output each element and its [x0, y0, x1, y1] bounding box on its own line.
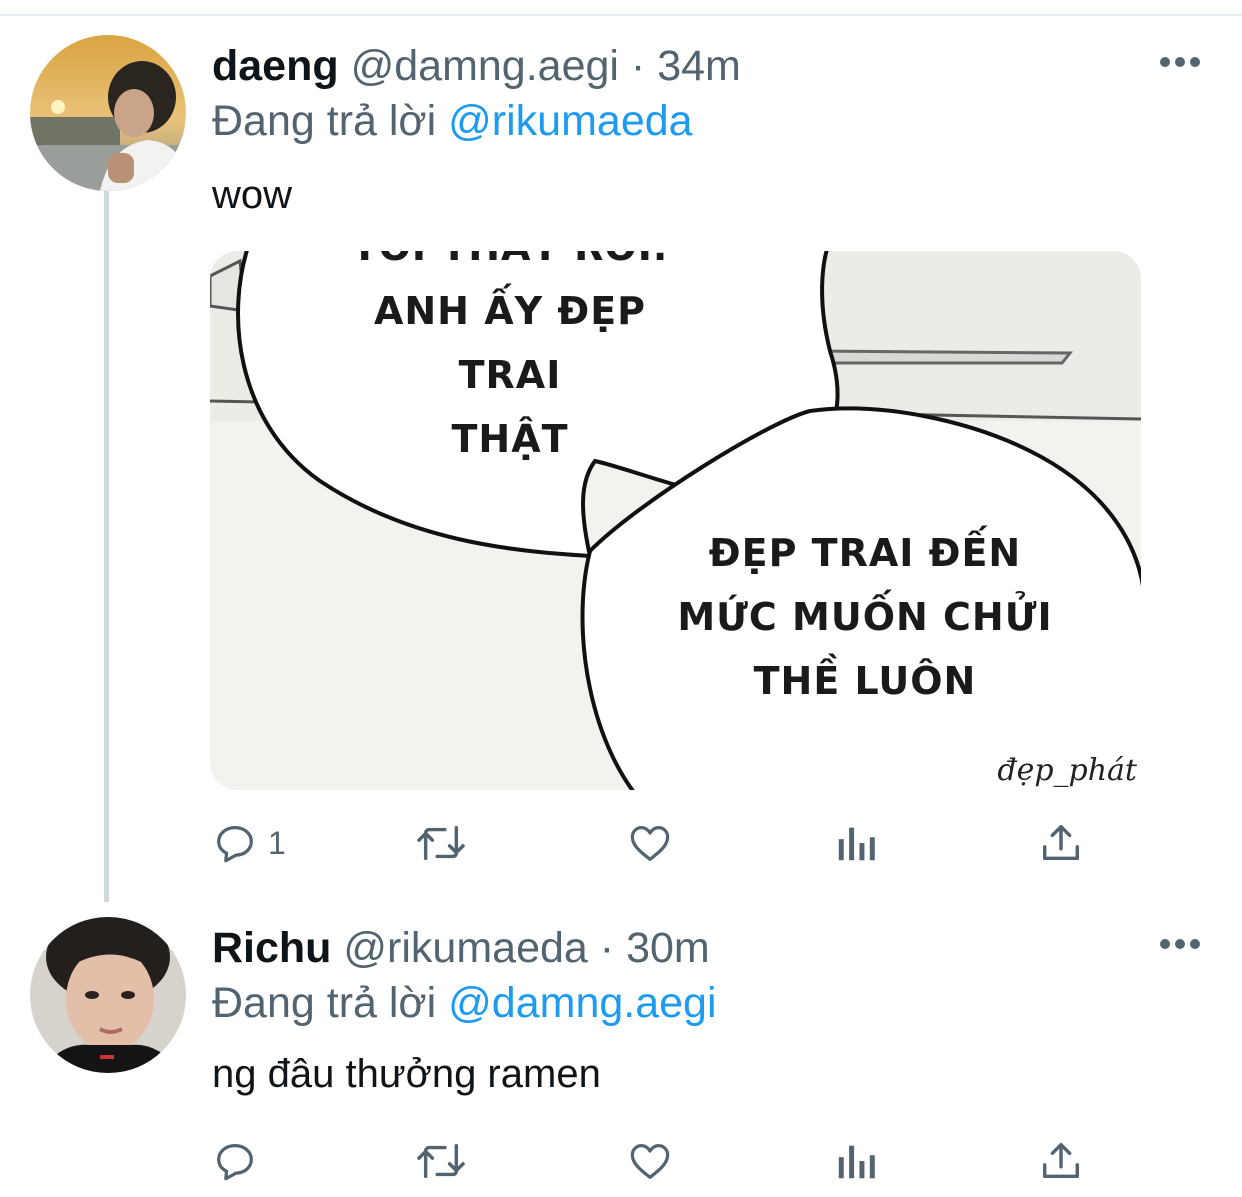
analytics-icon: [838, 1145, 875, 1179]
avatar-daeng[interactable]: [30, 35, 186, 191]
tweet-header: daeng @damng.aegi · 34m: [212, 45, 741, 88]
reply-button[interactable]: 1: [212, 818, 286, 868]
reply-icon: [217, 1144, 253, 1181]
share-icon: [1042, 824, 1080, 861]
more-icon[interactable]: [1160, 939, 1200, 951]
retweet-button[interactable]: [414, 1136, 468, 1186]
display-name[interactable]: Richu: [212, 924, 331, 972]
avatar-richu[interactable]: [30, 917, 186, 1073]
bubble-text-line: THẬT: [451, 417, 569, 461]
bubble-text-line: MỨC MUỐN CHỬI: [677, 595, 1053, 639]
reply-icon: [217, 826, 253, 863]
analytics-button[interactable]: [834, 1136, 878, 1186]
tweet-text: ng đâu thưởng ramen: [212, 1052, 601, 1096]
replying-to-label: Đang trả lời: [212, 979, 437, 1027]
share-icon: [1042, 1142, 1080, 1179]
bubble-text-partial: TÔI THẤY RỒI.: [330, 251, 690, 279]
bubble-text-line: THỀ LUÔN: [753, 659, 977, 703]
tweet-header: Richu @rikumaeda · 30m: [212, 927, 710, 970]
like-button[interactable]: [626, 818, 674, 868]
separator-dot: ·: [630, 42, 646, 90]
retweet-icon: [417, 1143, 465, 1179]
replying-to: Đang trả lời @damng.aegi: [212, 982, 717, 1025]
image-credit: đẹp_phát: [997, 753, 1137, 788]
tweet-actions: 1: [212, 818, 1092, 868]
bubble-text-line: ANH ẤY ĐẸP TRAI: [373, 289, 647, 397]
user-handle[interactable]: @rikumaeda: [343, 924, 587, 972]
reply-button[interactable]: [212, 1136, 258, 1186]
like-icon: [630, 1144, 670, 1179]
reply-count: 1: [268, 824, 286, 861]
analytics-button[interactable]: [834, 818, 878, 868]
analytics-icon: [838, 827, 875, 861]
replying-to-label: Đang trả lời: [212, 97, 437, 145]
thread-connector-line: [104, 190, 109, 902]
display-name[interactable]: daeng: [212, 42, 339, 90]
mention-link[interactable]: @rikumaeda: [448, 97, 692, 145]
like-icon: [630, 826, 670, 861]
retweet-icon: [417, 825, 465, 861]
replying-to: Đang trả lời @rikumaeda: [212, 100, 693, 143]
share-button[interactable]: [1038, 818, 1084, 868]
bubble-text-line: ĐẸP TRAI ĐẾN: [708, 531, 1022, 575]
retweet-button[interactable]: [414, 818, 468, 868]
tweet-actions: [212, 1136, 1092, 1186]
tweet-image[interactable]: TÔI THẤY RỒI. ANH ẤY ĐẸP TRAI THẬT ĐẸP T…: [210, 251, 1141, 790]
tweet-text: wow: [212, 173, 293, 217]
more-icon[interactable]: [1160, 57, 1200, 69]
separator-dot: ·: [599, 924, 615, 972]
share-button[interactable]: [1038, 1136, 1084, 1186]
like-button[interactable]: [626, 1136, 674, 1186]
user-handle[interactable]: @damng.aegi: [351, 42, 619, 90]
top-divider: [0, 14, 1242, 16]
mention-link[interactable]: @damng.aegi: [448, 979, 716, 1027]
timestamp[interactable]: 30m: [626, 924, 710, 972]
timestamp[interactable]: 34m: [657, 42, 741, 90]
